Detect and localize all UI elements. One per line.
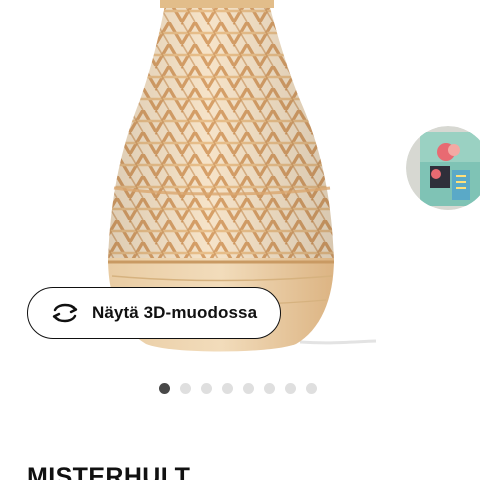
carousel-dot[interactable] [306,383,317,394]
carousel-dot[interactable] [285,383,296,394]
product-page: Näytä 3D-muodossa MISTERHULT [0,0,480,480]
product-name: MISTERHULT [27,463,191,480]
carousel-dots [159,383,317,394]
carousel-dot[interactable] [180,383,191,394]
product-gallery[interactable]: Näytä 3D-muodossa [0,0,480,372]
carousel-dot[interactable] [264,383,275,394]
carousel-dot[interactable] [222,383,233,394]
next-image-thumbnail[interactable] [406,126,480,210]
carousel-dot[interactable] [243,383,254,394]
carousel-dot[interactable] [201,383,212,394]
view-3d-button[interactable]: Näytä 3D-muodossa [27,287,281,339]
view-3d-label: Näytä 3D-muodossa [92,303,258,322]
carousel-dot[interactable] [159,383,170,394]
lamp-packaging-image [406,126,480,210]
rotate-3d-icon [52,303,78,323]
